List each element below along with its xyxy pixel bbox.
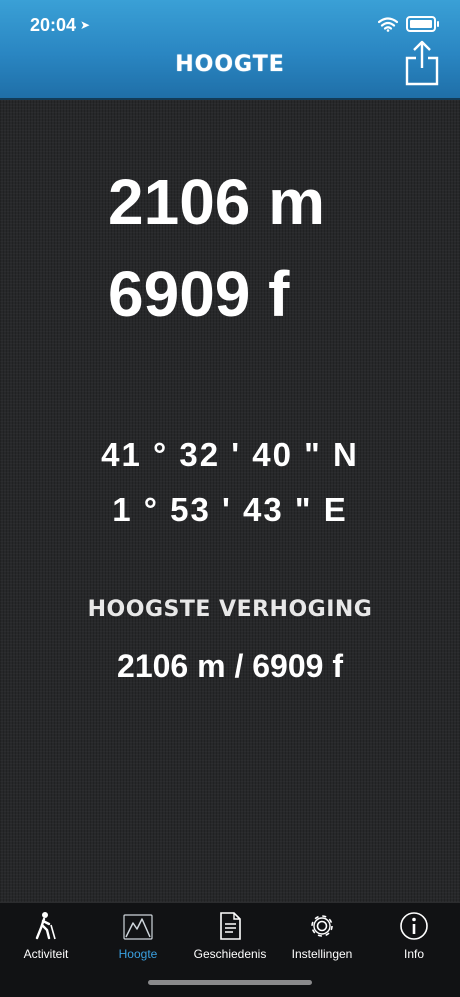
nav-header: 20:04 ➤ HOOGTE bbox=[0, 0, 460, 100]
tab-geschiedenis[interactable]: Geschiedenis bbox=[184, 911, 276, 961]
info-icon bbox=[400, 912, 428, 940]
home-indicator[interactable] bbox=[148, 980, 312, 985]
mountain-icon bbox=[123, 914, 153, 940]
max-elevation-label: HOOGSTE VERHOGING bbox=[87, 597, 373, 622]
tab-label: Activiteit bbox=[23, 947, 69, 961]
latitude: 41 ° 32 ' 40 " N bbox=[101, 436, 359, 473]
longitude: 1 ° 53 ' 43 " E bbox=[112, 491, 348, 528]
max-elevation-value: 2106 m / 6909 f bbox=[117, 648, 343, 684]
tab-label: Instellingen bbox=[291, 947, 353, 961]
gear-icon bbox=[311, 915, 333, 937]
status-time-text: 20:04 bbox=[30, 15, 77, 35]
tab-label: Info bbox=[403, 947, 424, 961]
status-icons bbox=[378, 16, 439, 32]
tab-label: Geschiedenis bbox=[193, 947, 267, 961]
location-arrow-icon: ➤ bbox=[80, 18, 91, 32]
wifi-icon bbox=[378, 16, 398, 32]
tab-hoogte[interactable]: Hoogte bbox=[92, 911, 184, 961]
status-time: 20:04 ➤ bbox=[30, 15, 90, 36]
document-icon bbox=[220, 912, 241, 940]
tab-info[interactable]: Info bbox=[368, 911, 460, 961]
tab-instellingen[interactable]: Instellingen bbox=[276, 911, 368, 961]
altitude-panel: 2106 m 6909 f 41 ° 32 ' 40 " N 1 ° 53 ' … bbox=[0, 100, 460, 902]
altitude-meters: 2106 m bbox=[108, 166, 326, 238]
tab-activiteit[interactable]: Activiteit bbox=[0, 911, 92, 961]
page-title: HOOGTE bbox=[175, 52, 285, 77]
tab-label: Hoogte bbox=[118, 947, 158, 961]
battery-icon bbox=[406, 16, 439, 32]
altitude-feet: 6909 f bbox=[108, 258, 290, 330]
share-icon[interactable] bbox=[402, 38, 442, 88]
hiker-icon bbox=[35, 912, 56, 940]
